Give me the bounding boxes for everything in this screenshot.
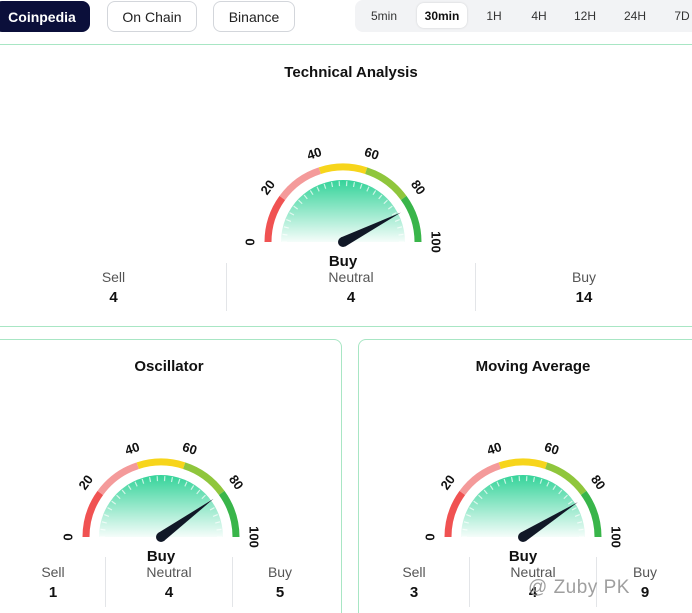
gauge-tick — [398, 233, 404, 236]
moving-average-title: Moving Average — [475, 358, 591, 375]
stat-sell: Sell 4 — [1, 263, 226, 311]
oscillator-gauge: 02040 6080100Buy — [61, 439, 262, 565]
gauge-tick-label: 0 — [61, 533, 75, 540]
timeframe-5min[interactable]: 5min — [359, 3, 409, 28]
timeframe-7d[interactable]: 7D — [664, 3, 692, 28]
timeframe-30min[interactable]: 30min — [417, 3, 467, 28]
technical-analysis-title: Technical Analysis — [284, 64, 418, 81]
gauge-tick-label: 40 — [305, 144, 323, 163]
technical-analysis-card: Technical Analysis 0 20 40 60 80 100 Buy Sell … — [0, 44, 692, 327]
gauge-fill — [281, 180, 405, 242]
technical-analysis-gauge: 02040 6080100Buy — [243, 144, 444, 270]
top-bar: Coinpedia On Chain Binance 5min 30min 1H… — [0, 0, 692, 40]
gauge-needle-hub — [518, 532, 528, 542]
gauge-segment-4 — [580, 490, 602, 538]
stat-buy-value: 14 — [575, 288, 593, 306]
gauge-needle-hub — [338, 237, 348, 247]
gauge-tick-label: 0 — [243, 238, 257, 245]
gauge-tick-label: 100 — [429, 231, 444, 253]
gauge-tick-label: 20 — [437, 472, 458, 493]
gauge-segment-4 — [400, 195, 422, 243]
gauge-tick — [100, 528, 106, 531]
gauge-segment-0 — [82, 490, 104, 538]
stat-sell-label: Sell — [402, 563, 426, 580]
source-tab-coinpedia[interactable]: Coinpedia — [0, 1, 90, 32]
stat-buy: Buy 14 — [476, 263, 692, 311]
watermark: @ Zuby PK — [528, 577, 630, 598]
timeframe-1h[interactable]: 1H — [475, 3, 513, 28]
stat-sell-value: 4 — [109, 288, 118, 306]
gauge-tick-label: 40 — [123, 439, 141, 458]
gauge-fill — [461, 475, 585, 537]
stat-neutral-value: 4 — [164, 583, 174, 601]
stat-buy-label: Buy — [267, 563, 293, 580]
stat-buy-value: 5 — [275, 583, 285, 601]
oscillator-stats: Sell 1 Neutral 4 Buy 5 — [1, 557, 343, 607]
stat-neutral-label: Neutral — [146, 563, 192, 580]
gauge-tick-label: 80 — [408, 177, 429, 198]
gauge-tick — [578, 528, 584, 531]
gauge-tick — [462, 528, 468, 531]
stat-sell-label: Sell — [41, 563, 65, 580]
stat-buy: Buy 5 — [233, 557, 327, 607]
stat-sell: Sell 1 — [1, 557, 105, 607]
stat-buy-label: Buy — [571, 268, 597, 285]
timeframe-4h[interactable]: 4H — [520, 3, 558, 28]
moving-average-gauge: 02040 6080100Buy — [423, 439, 624, 565]
stat-neutral-value: 4 — [346, 288, 356, 306]
stat-sell-label: Sell — [101, 268, 126, 285]
stat-sell-value: 1 — [48, 583, 58, 601]
gauge-segment-0 — [264, 195, 286, 243]
timeframe-12h[interactable]: 12H — [565, 3, 605, 28]
source-tab-binance[interactable]: Binance — [213, 1, 295, 32]
stat-buy-value: 9 — [640, 583, 650, 601]
gauge-tick-label: 20 — [75, 472, 96, 493]
gauge-tick-label: 40 — [485, 439, 503, 458]
gauge-tick-label: 80 — [588, 472, 609, 493]
gauge-segment-2 — [136, 458, 186, 470]
stat-sell: Sell 3 — [359, 557, 469, 607]
stat-buy-label: Buy — [632, 563, 658, 580]
gauge-tick-label: 100 — [247, 526, 262, 548]
gauge-tick-label: 60 — [181, 439, 199, 458]
gauge-segment-2 — [498, 458, 548, 470]
moving-average-card: Moving Average 0 20 40 60 80 100 Buy Sell 3 Ne… — [358, 339, 692, 613]
gauge-needle-hub — [156, 532, 166, 542]
technical-analysis-stats: Sell 4 Neutral 4 Buy 14 — [1, 263, 692, 311]
moving-average-stats: Sell 3 Neutral 4 Buy 9 — [359, 557, 692, 607]
gauge-tick-label: 0 — [423, 533, 437, 540]
timeframe-24h[interactable]: 24H — [614, 3, 656, 28]
gauge-tick — [216, 528, 222, 531]
gauge-tick-label: 60 — [543, 439, 561, 458]
stat-neutral: Neutral 4 — [227, 263, 475, 311]
source-tab-on-chain[interactable]: On Chain — [107, 1, 197, 32]
stat-neutral-label: Neutral — [328, 268, 374, 285]
stat-sell-value: 3 — [409, 583, 419, 601]
oscillator-title: Oscillator — [134, 358, 204, 375]
gauge-segment-2 — [318, 163, 368, 175]
gauge-tick — [282, 233, 288, 236]
oscillator-card: Oscillator 0 20 40 60 80 100 Buy Sell 1 Neutra… — [0, 339, 342, 613]
gauge-tick-label: 20 — [257, 177, 278, 198]
stat-neutral: Neutral 4 — [106, 557, 232, 607]
gauge-segment-0 — [444, 490, 466, 538]
gauge-tick-label: 60 — [363, 144, 381, 163]
gauge-tick-label: 80 — [226, 472, 247, 493]
gauge-tick-label: 100 — [609, 526, 624, 548]
timeframe-selector: 5min 30min 1H 4H 12H 24H 7D — [355, 0, 692, 32]
gauge-segment-4 — [218, 490, 240, 538]
